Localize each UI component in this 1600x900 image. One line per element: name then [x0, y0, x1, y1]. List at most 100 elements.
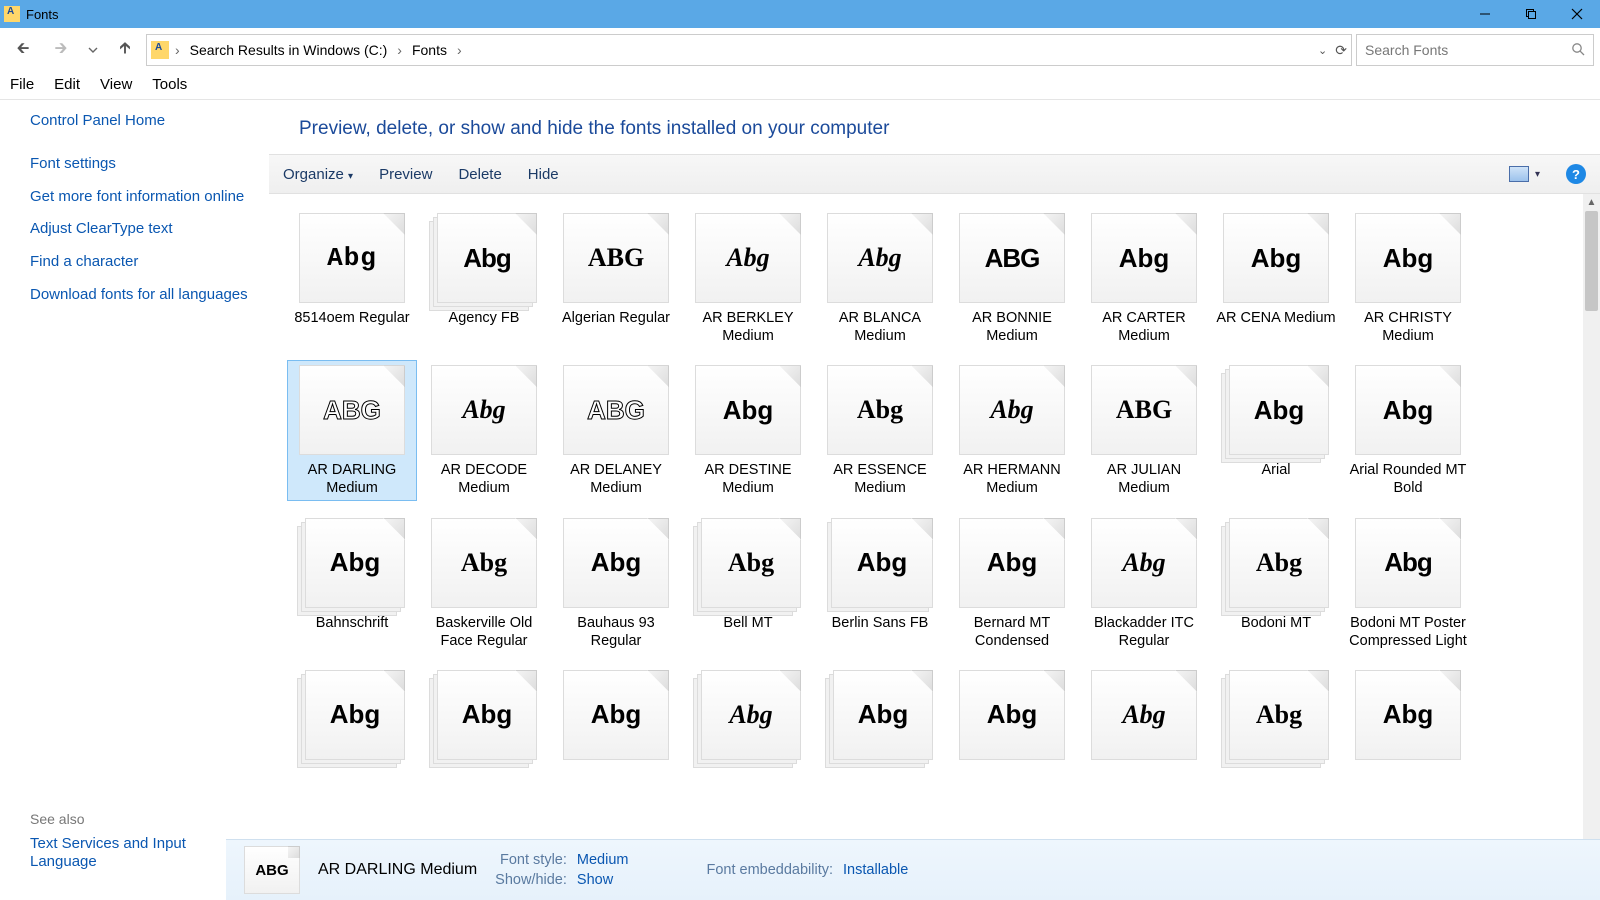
minimize-button[interactable] — [1462, 0, 1508, 28]
fonts-folder-icon — [4, 6, 20, 22]
font-name-label: Bell MT — [723, 614, 772, 632]
font-name-label: 8514oem Regular — [294, 309, 409, 327]
help-button[interactable]: ? — [1566, 164, 1586, 184]
font-item[interactable]: ABG Algerian Regular — [551, 208, 681, 348]
font-item[interactable]: ABGAR DARLING Medium — [287, 360, 417, 500]
sidebar-link-cp-home[interactable]: Control Panel Home — [30, 112, 255, 131]
font-sample-text: Abg — [462, 699, 513, 730]
font-sample-text: Abg — [990, 395, 1033, 425]
chevron-right-icon[interactable]: › — [395, 42, 404, 58]
font-name-label: Algerian Regular — [562, 309, 670, 327]
organize-menu[interactable]: Organize ▾ — [283, 166, 353, 183]
menu-tools[interactable]: Tools — [152, 76, 187, 93]
menu-edit[interactable]: Edit — [54, 76, 80, 93]
recent-locations-dropdown[interactable] — [82, 35, 104, 65]
scroll-up-icon[interactable]: ▲ — [1583, 194, 1600, 211]
hide-button[interactable]: Hide — [528, 166, 559, 183]
delete-button[interactable]: Delete — [458, 166, 501, 183]
font-name-label: AR DELANEY Medium — [554, 461, 678, 497]
view-icon — [1509, 166, 1529, 182]
view-options-button[interactable]: ▾ — [1509, 166, 1540, 182]
font-sample-text: Abg — [987, 699, 1038, 730]
font-item[interactable]: ABG AR DELANEY Medium — [551, 360, 681, 500]
font-thumbnail: Abg — [1355, 213, 1461, 303]
font-item[interactable]: AbgAgency FB — [419, 208, 549, 348]
font-sample-text: Abg — [987, 547, 1038, 578]
font-item[interactable]: AbgArial Rounded MT Bold — [1343, 360, 1473, 500]
font-item[interactable]: Abg — [287, 665, 417, 769]
sidebar-link-download-all-langs[interactable]: Download fonts for all languages — [30, 286, 255, 305]
font-item[interactable]: ABGAR BONNIE Medium — [947, 208, 1077, 348]
vertical-scrollbar[interactable]: ▲ ▼ — [1583, 194, 1600, 900]
font-item[interactable]: AbgAR BLANCA Medium — [815, 208, 945, 348]
font-item[interactable]: AbgBerlin Sans FB — [815, 513, 945, 653]
refresh-button[interactable]: ⟳ — [1335, 42, 1347, 59]
font-item[interactable]: AbgBahnschrift — [287, 513, 417, 653]
font-item[interactable]: Abg — [419, 665, 549, 769]
font-sample-text: Abg — [591, 547, 642, 578]
close-button[interactable] — [1554, 0, 1600, 28]
font-thumbnail: Abg — [299, 213, 405, 303]
font-item[interactable]: AbgAR DESTINE Medium — [683, 360, 813, 500]
font-item[interactable]: AbgAR ESSENCE Medium — [815, 360, 945, 500]
font-item[interactable]: AbgAR DECODE Medium — [419, 360, 549, 500]
sidebar-link-cleartype[interactable]: Adjust ClearType text — [30, 220, 255, 239]
font-item[interactable]: AbgBell MT — [683, 513, 813, 653]
up-button[interactable]: 🡱 — [108, 35, 142, 65]
font-item[interactable]: AbgBauhaus 93 Regular — [551, 513, 681, 653]
scroll-thumb[interactable] — [1585, 211, 1598, 311]
font-item[interactable]: Abg — [683, 665, 813, 769]
forward-button[interactable]: 🡲 — [44, 35, 78, 65]
font-item[interactable]: AbgBernard MT Condensed — [947, 513, 1077, 653]
font-sample-text: ABG — [323, 395, 381, 426]
font-sample-text: Abg — [729, 700, 772, 730]
font-item[interactable]: Abg — [1343, 665, 1473, 769]
font-sample-text: Abg — [858, 699, 909, 730]
font-item[interactable]: AbgAR CHRISTY Medium — [1343, 208, 1473, 348]
chevron-down-icon[interactable]: ⌄ — [1318, 44, 1327, 57]
menu-file[interactable]: File — [10, 76, 34, 93]
font-name-label: Baskerville Old Face Regular — [422, 614, 546, 650]
font-sample-text: Abg — [857, 395, 903, 425]
chevron-right-icon[interactable]: › — [173, 42, 182, 58]
sidebar-link-more-info-online[interactable]: Get more font information online — [30, 188, 255, 207]
maximize-button[interactable] — [1508, 0, 1554, 28]
font-item[interactable]: AbgBlackadder ITC Regular — [1079, 513, 1209, 653]
breadcrumb-segment[interactable]: Fonts — [408, 42, 451, 58]
font-item[interactable]: Abg — [947, 665, 1077, 769]
font-item[interactable]: AbgBodoni MT Poster Compressed Light — [1343, 513, 1473, 653]
font-item[interactable]: Abg — [1211, 665, 1341, 769]
font-sample-text: ABG — [588, 243, 644, 273]
font-item[interactable]: AbgAR HERMANN Medium — [947, 360, 1077, 500]
font-item[interactable]: Abg — [1079, 665, 1209, 769]
font-thumbnail: Abg — [1229, 518, 1329, 608]
search-input[interactable]: Search Fonts — [1356, 34, 1594, 66]
font-item[interactable]: Abg — [551, 665, 681, 769]
window-title: Fonts — [26, 7, 59, 22]
preview-button[interactable]: Preview — [379, 166, 432, 183]
font-name-label: AR JULIAN Medium — [1082, 461, 1206, 497]
font-item[interactable]: Abg — [815, 665, 945, 769]
font-thumbnail: ABG — [563, 365, 669, 455]
font-item[interactable]: Abg 8514oem Regular — [287, 208, 417, 348]
chevron-right-icon[interactable]: › — [455, 42, 464, 58]
font-thumbnail: Abg — [1355, 670, 1461, 760]
content-pane: Preview, delete, or show and hide the fo… — [269, 100, 1600, 900]
font-item[interactable]: ABG AR JULIAN Medium — [1079, 360, 1209, 500]
font-item[interactable]: AbgAR BERKLEY Medium — [683, 208, 813, 348]
font-item[interactable]: AbgAR CARTER Medium — [1079, 208, 1209, 348]
back-button[interactable]: 🡰 — [6, 35, 40, 65]
font-thumbnail: ABG — [1091, 365, 1197, 455]
breadcrumb-segment[interactable]: Search Results in Windows (C:) — [186, 42, 392, 58]
menu-view[interactable]: View — [100, 76, 132, 93]
sidebar-link-text-services[interactable]: Text Services and Input Language — [30, 835, 255, 873]
font-item[interactable]: AbgBodoni MT — [1211, 513, 1341, 653]
sidebar-link-find-character[interactable]: Find a character — [30, 253, 255, 272]
font-name-label: AR CENA Medium — [1216, 309, 1335, 327]
font-item[interactable]: AbgBaskerville Old Face Regular — [419, 513, 549, 653]
font-item[interactable]: AbgAR CENA Medium — [1211, 208, 1341, 348]
address-bar[interactable]: › Search Results in Windows (C:) › Fonts… — [146, 34, 1352, 66]
font-sample-text: Abg — [1256, 548, 1302, 578]
sidebar-link-font-settings[interactable]: Font settings — [30, 155, 255, 174]
font-item[interactable]: AbgArial — [1211, 360, 1341, 500]
